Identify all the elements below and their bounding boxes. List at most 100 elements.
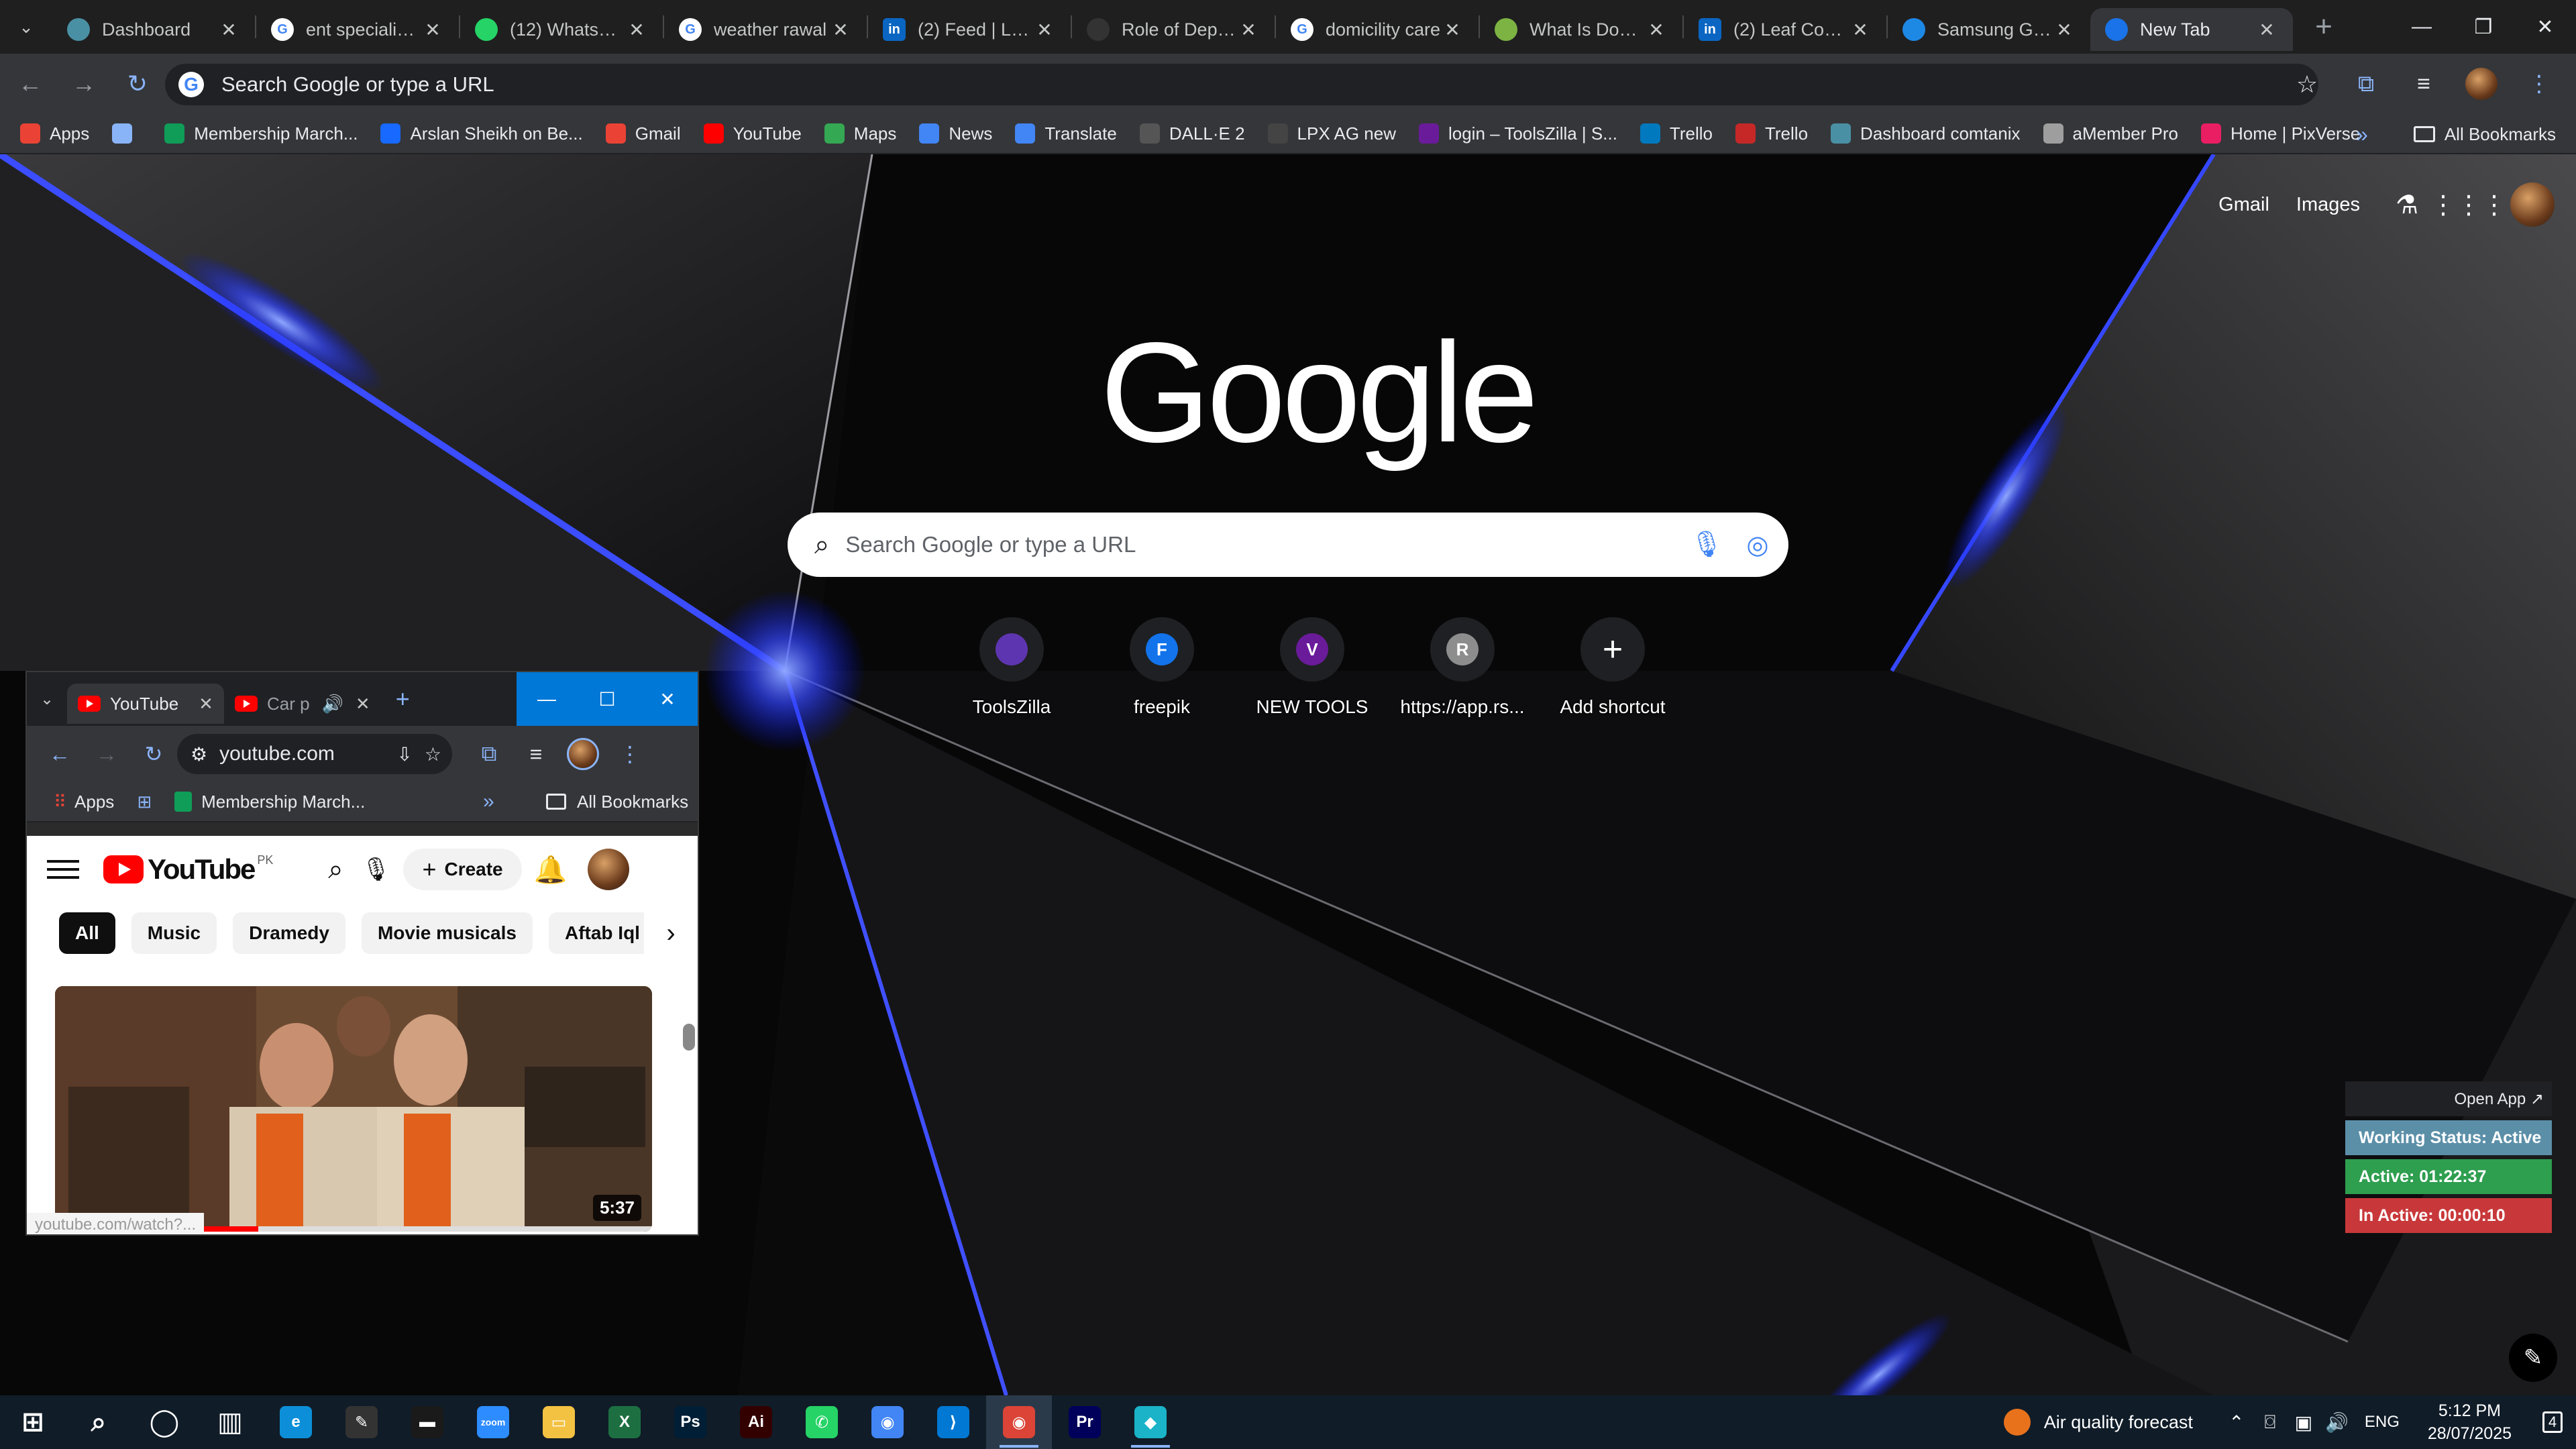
filter-chip[interactable]: Movie musicals — [361, 912, 533, 954]
bookmark-tab-groups[interactable] — [112, 123, 142, 144]
account-avatar[interactable] — [2510, 182, 2555, 227]
tracker-app[interactable]: ◆ — [1118, 1395, 1183, 1449]
chrome-running-app[interactable]: ◉ — [986, 1395, 1052, 1449]
close-tab-icon[interactable]: ✕ — [217, 19, 240, 41]
browser-tab[interactable]: Samsung Galax✕ — [1888, 8, 2090, 51]
video-thumbnail[interactable]: 5:37 — [55, 986, 652, 1232]
bookmark-membership-march[interactable]: Membership March... — [164, 123, 358, 144]
terminal-app[interactable]: ▬ — [394, 1395, 460, 1449]
browser-tab[interactable]: Dashboard ✕ — [52, 8, 255, 51]
customize-chrome-pencil-icon[interactable]: ✎ — [2509, 1334, 2557, 1382]
filter-chip[interactable]: All — [59, 912, 115, 954]
create-button[interactable]: + Create — [403, 849, 522, 890]
bookmark-gmail[interactable]: Gmail — [605, 123, 681, 144]
filter-chip[interactable]: Aftab Iql — [548, 912, 656, 954]
close-tab-icon[interactable]: ✕ — [1441, 19, 1464, 41]
chrome-menu-icon[interactable]: ⋮ — [606, 731, 653, 777]
ntp-search-box[interactable]: ⌕ Search Google or type a URL 🎙 ◎ — [788, 513, 1788, 577]
close-tab-icon[interactable]: ✕ — [2053, 19, 2076, 41]
browser-tab[interactable]: (12) WhatsApp ✕ — [460, 8, 663, 51]
shortcut-toolszilla[interactable]: ToolsZilla — [936, 617, 1087, 718]
close-tab-icon[interactable]: ✕ — [1849, 19, 1872, 41]
weather-widget[interactable]: Air quality forecast — [2003, 1409, 2193, 1436]
reading-list-icon[interactable]: ≡ — [2395, 60, 2453, 107]
filter-chip[interactable]: Dramedy — [233, 912, 345, 954]
bookmark-star-icon[interactable]: ☆ — [2286, 64, 2328, 105]
excel-app[interactable]: X — [592, 1395, 657, 1449]
bookmark-trello[interactable]: Trello — [1735, 123, 1808, 144]
cortana-button[interactable]: ◯ — [131, 1395, 197, 1449]
premiere-app[interactable]: Pr — [1052, 1395, 1118, 1449]
address-bar[interactable]: G Search Google or type a URL — [165, 64, 2318, 105]
labs-flask-icon[interactable]: ⚗ — [2387, 184, 2427, 225]
photoshop-app[interactable]: Ps — [657, 1395, 723, 1449]
illustrator-app[interactable]: Ai — [723, 1395, 789, 1449]
youtube-logo[interactable]: YouTube PK — [103, 853, 273, 885]
whatsapp-desktop-app[interactable]: ✆ — [789, 1395, 855, 1449]
browser-tab[interactable]: New Tab ✕ — [2090, 8, 2293, 51]
notifications-bell-icon[interactable]: 🔔 — [527, 846, 574, 893]
volume-icon[interactable]: 🔊 — [2320, 1411, 2354, 1434]
extensions-icon[interactable]: ⧉ — [466, 731, 513, 777]
more-bookmarks-chevron-icon[interactable]: » — [483, 790, 494, 813]
close-tab-icon[interactable]: ✕ — [625, 19, 648, 41]
bookmark-lpx-ag-new[interactable]: LPX AG new — [1267, 123, 1396, 144]
mini-address-bar[interactable]: ⚙ youtube.com ⇩ ☆ — [177, 734, 452, 774]
start-button[interactable]: ⊞ — [0, 1395, 66, 1449]
voice-search-mic-icon[interactable]: 🎙 — [359, 846, 392, 893]
language-indicator[interactable]: ENG — [2365, 1413, 2400, 1432]
browser-tab[interactable]: What Is Domic ✕ — [1480, 8, 1682, 51]
notification-center-icon[interactable]: 4 — [2529, 1395, 2576, 1449]
apps-bookmark[interactable]: Apps — [74, 792, 114, 812]
open-app-link[interactable]: Open App ↗ — [2345, 1081, 2552, 1116]
extensions-icon[interactable]: ⧉ — [2337, 60, 2395, 107]
mini-maximize-button[interactable]: ☐ — [577, 672, 637, 726]
meet-now-icon[interactable]: ⌼ — [2253, 1411, 2287, 1434]
bookmark-star-icon[interactable]: ☆ — [425, 743, 441, 765]
gmail-link[interactable]: Gmail — [2218, 194, 2269, 216]
network-icon[interactable]: ▣ — [2287, 1411, 2320, 1434]
new-tab-button[interactable]: + — [2302, 5, 2345, 48]
mini-tab-car[interactable]: Car p 🔊 ✕ — [224, 684, 381, 724]
task-view-button[interactable]: ▥ — [197, 1395, 263, 1449]
mini-close-button[interactable]: ✕ — [637, 672, 698, 726]
browser-tab[interactable]: Gent specialist b ✕ — [256, 8, 459, 51]
shortcut-add-shortcut[interactable]: + Add shortcut — [1538, 617, 1688, 718]
browser-tab[interactable]: in (2) Feed | Linke ✕ — [868, 8, 1071, 51]
close-tab-icon[interactable]: ✕ — [1237, 19, 1260, 41]
bookmark-arslan-sheikh-on-be[interactable]: Arslan Sheikh on Be... — [380, 123, 583, 144]
close-tab-icon[interactable]: ✕ — [421, 19, 444, 41]
bookmark-maps[interactable]: Maps — [824, 123, 896, 144]
reading-list-icon[interactable]: ≡ — [513, 731, 559, 777]
scrollbar-thumb[interactable] — [683, 1024, 695, 1051]
membership-bookmark[interactable]: Membership March... — [201, 792, 365, 812]
close-window-button[interactable]: ✕ — [2514, 0, 2576, 54]
reload-button[interactable]: ↻ — [114, 60, 161, 107]
shortcut-https-app-rs[interactable]: Rhttps://app.rs... — [1387, 617, 1538, 718]
close-tab-icon[interactable]: ✕ — [1645, 19, 1668, 41]
mini-reload-button[interactable]: ↻ — [130, 731, 177, 777]
mini-all-bookmarks[interactable]: All Bookmarks — [577, 792, 688, 812]
clock[interactable]: 5:12 PM 28/07/2025 — [2428, 1399, 2512, 1445]
filter-chip[interactable]: Music — [131, 912, 217, 954]
browser-tab[interactable]: Gdomicility care ✕ — [1276, 8, 1479, 51]
mini-tab-search-button[interactable]: ⌄ — [27, 690, 67, 709]
youtube-account-avatar[interactable] — [587, 849, 629, 890]
chrome-app[interactable]: ◉ — [855, 1395, 920, 1449]
tab-groups-icon[interactable]: ⊞ — [137, 792, 152, 812]
close-tab-icon[interactable]: ✕ — [2255, 19, 2278, 41]
mini-tab-youtube[interactable]: YouTube ✕ — [67, 684, 224, 724]
bookmark-apps[interactable]: Apps — [20, 123, 89, 144]
chips-next-chevron-icon[interactable]: › — [644, 912, 698, 954]
browser-tab[interactable]: in (2) Leaf Compl ✕ — [1684, 8, 1886, 51]
close-tab-icon[interactable]: ✕ — [356, 694, 370, 714]
back-button[interactable]: ← — [7, 60, 54, 107]
profile-avatar[interactable] — [2453, 60, 2510, 107]
bookmark-trello[interactable]: Trello — [1640, 123, 1713, 144]
minimize-button[interactable]: — — [2391, 0, 2453, 54]
audio-playing-icon[interactable]: 🔊 — [322, 694, 343, 714]
bookmark-login-toolszilla-s[interactable]: login – ToolsZilla | S... — [1418, 123, 1617, 144]
voice-search-mic-icon[interactable]: 🎙 — [1686, 525, 1727, 565]
edge-app[interactable]: e — [263, 1395, 329, 1449]
zoom-app[interactable]: zoom — [460, 1395, 526, 1449]
